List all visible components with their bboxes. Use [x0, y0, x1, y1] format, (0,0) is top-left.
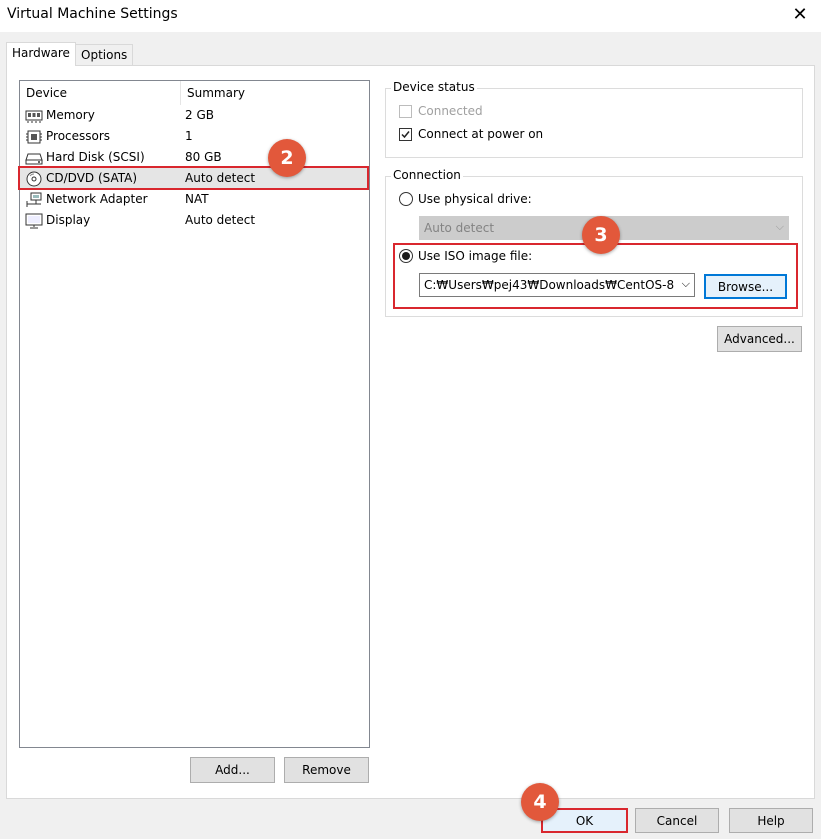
- use-physical-drive-radio[interactable]: [399, 192, 413, 206]
- device-status-title: Device status: [391, 80, 477, 94]
- chevron-down-icon: ⌵: [775, 220, 784, 233]
- step-2-badge: 2: [268, 139, 306, 177]
- device-status-group: [385, 88, 803, 158]
- column-header-summary[interactable]: Summary: [180, 81, 369, 105]
- cancel-button[interactable]: Cancel: [635, 808, 719, 833]
- checkmark-icon: [401, 131, 410, 139]
- device-name: Network Adapter: [46, 192, 148, 206]
- device-list-header: Device Summary: [20, 81, 369, 105]
- connect-power-on-checkbox[interactable]: [399, 128, 412, 141]
- memory-icon: [25, 110, 43, 123]
- device-row-processors[interactable]: Processors 1: [20, 126, 369, 147]
- connect-power-on-label[interactable]: Connect at power on: [418, 127, 543, 141]
- device-name: Processors: [46, 129, 111, 143]
- step-4-badge: 4: [521, 783, 559, 821]
- connection-title: Connection: [391, 168, 463, 182]
- device-row-display[interactable]: Display Auto detect: [20, 210, 369, 231]
- device-summary: 2 GB: [185, 108, 214, 122]
- device-row-network-adapter[interactable]: Network Adapter NAT: [20, 189, 369, 210]
- cd-dvd-highlight-box: [18, 166, 369, 190]
- remove-button[interactable]: Remove: [284, 757, 369, 783]
- column-header-device[interactable]: Device: [20, 81, 180, 105]
- device-summary: 80 GB: [185, 150, 222, 164]
- device-summary: NAT: [185, 192, 209, 206]
- hard-disk-icon: [25, 153, 43, 165]
- device-row-memory[interactable]: Memory 2 GB: [20, 105, 369, 126]
- processor-icon: [26, 130, 42, 144]
- device-name: Display: [46, 213, 91, 227]
- device-row-hard-disk[interactable]: Hard Disk (SCSI) 80 GB: [20, 147, 369, 168]
- display-icon: [25, 213, 43, 229]
- physical-drive-value: Auto detect: [424, 221, 495, 235]
- tab-options[interactable]: Options: [75, 44, 134, 66]
- title-bar: Virtual Machine Settings ✕: [0, 0, 821, 32]
- use-physical-drive-label[interactable]: Use physical drive:: [418, 192, 532, 206]
- device-name: Hard Disk (SCSI): [46, 150, 145, 164]
- device-name: Memory: [46, 108, 95, 122]
- connected-label: Connected: [418, 104, 483, 118]
- tab-hardware[interactable]: Hardware: [6, 42, 76, 66]
- close-icon[interactable]: ✕: [789, 3, 811, 27]
- step-3-badge: 3: [582, 216, 620, 254]
- network-adapter-icon: [26, 192, 42, 207]
- help-button[interactable]: Help: [729, 808, 813, 833]
- advanced-button[interactable]: Advanced...: [717, 326, 802, 352]
- connected-checkbox: [399, 105, 412, 118]
- add-button[interactable]: Add...: [190, 757, 275, 783]
- device-summary: Auto detect: [185, 213, 256, 227]
- window-title: Virtual Machine Settings: [7, 6, 178, 22]
- device-summary: 1: [185, 129, 193, 143]
